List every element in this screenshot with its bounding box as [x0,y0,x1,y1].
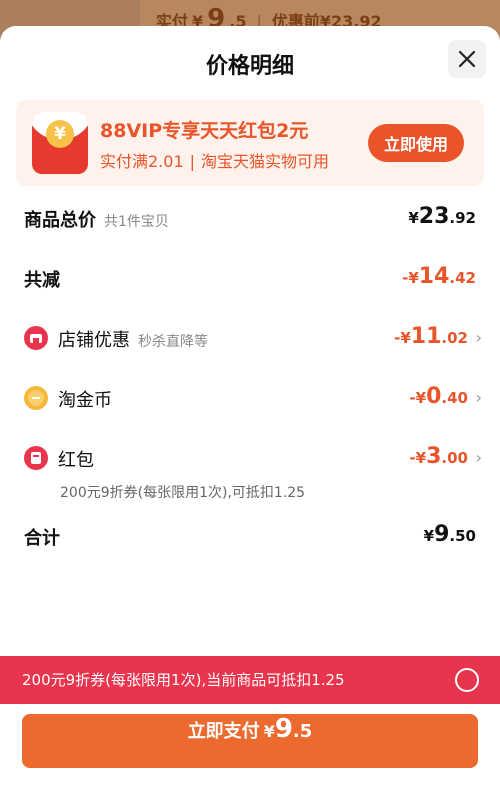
red-packet-row[interactable]: 红包 -¥ 3.00 › [24,444,482,474]
red-packet-note: 200元9折券(每张限用1次),可抵扣1.25 [60,485,306,501]
coupon-select-radio[interactable] [455,668,479,692]
reduction-amount: -¥ 14.42 [402,264,476,289]
amount-dec: .50 [449,527,476,545]
pay-now-button[interactable]: 立即支付 ¥9.5 [22,714,478,768]
currency: -¥ [394,329,411,347]
amount-int: 3 [426,444,442,469]
promo-scope: 淘宝天猫实物可用 [201,152,330,171]
red-packet-label: 红包 [58,450,94,471]
tao-coin-label: 淘金币 [58,390,112,411]
amount-int: 14 [418,264,450,289]
currency: ¥ [423,527,435,545]
pay-currency: ¥ [263,722,275,741]
promo-subtitle: 实付满2.01 | 淘宝天猫实物可用 [100,148,329,172]
chevron-right-icon: › [475,388,482,407]
amount-dec: .42 [449,269,476,287]
coupon-notice-text: 200元9折券(每张限用1次),当前商品可抵扣1.25 [22,671,345,689]
chevron-right-icon: › [475,448,482,467]
vip-red-packet-banner: ¥ 88VIP专享天天红包2元 实付满2.01 | 淘宝天猫实物可用 立即使用 [16,100,484,186]
tao-coin-amount: -¥ 0.40 [409,384,468,409]
total-price-amount: ¥23.92 [408,204,476,229]
total-price-label: 商品总价 共1件宝贝 [24,206,169,232]
use-now-button[interactable]: 立即使用 [368,124,464,162]
store-discount-title: 店铺优惠 [58,330,130,351]
store-icon [24,326,48,350]
currency: -¥ [409,449,427,467]
promo-title: 88VIP专享天天红包2元 [100,120,309,142]
sheet-title: 价格明细 [205,54,294,79]
coupon-notice-bar[interactable]: 200元9折券(每张限用1次),当前商品可抵扣1.25 [0,656,500,704]
amount-int: 11 [410,324,442,349]
currency: ¥ [408,209,419,227]
red-packet-amount: -¥ 3.00 [409,444,468,469]
reduction-label: 共减 [24,270,60,291]
amount-dec: .02 [441,329,468,347]
currency: -¥ [402,269,419,287]
pay-label: 立即支付 [187,721,260,742]
sum-label: 合计 [24,528,60,549]
store-discount-row[interactable]: 店铺优惠 秒杀直降等 -¥ 11.02 › [24,324,482,354]
close-icon [458,50,476,68]
pay-amount-dec: .5 [292,721,313,742]
sum-amount: ¥9.50 [424,522,476,547]
pay-amount-int: 9 [274,714,293,744]
currency: -¥ [409,389,427,407]
tao-coin-row[interactable]: 淘金币 -¥ 0.40 › [24,384,482,414]
coin-icon [24,386,48,410]
store-discount-amount: -¥ 11.02 [394,324,468,349]
promo-condition: 实付满2.01 [100,152,184,171]
total-price-row: 商品总价 共1件宝贝 ¥23.92 [24,204,476,234]
red-packet-icon [24,446,48,470]
amount-int: 9 [434,522,450,547]
sum-row: 合计 ¥9.50 [24,522,476,552]
amount-dec: .92 [449,209,476,227]
amount-int: 23 [418,204,450,229]
total-price-title: 商品总价 [24,210,96,231]
total-reduction-row: 共减 -¥ 14.42 [24,264,476,294]
red-envelope-icon: ¥ [32,112,88,174]
amount-int: 0 [426,384,442,409]
amount-dec: .00 [441,449,468,467]
store-discount-hint: 秒杀直降等 [138,334,208,350]
total-price-hint: 共1件宝贝 [104,214,169,230]
chevron-right-icon: › [475,328,482,347]
promo-separator: | [189,152,196,171]
store-discount-label: 店铺优惠 秒杀直降等 [58,326,208,352]
amount-dec: .40 [441,389,468,407]
close-button[interactable] [448,40,486,78]
